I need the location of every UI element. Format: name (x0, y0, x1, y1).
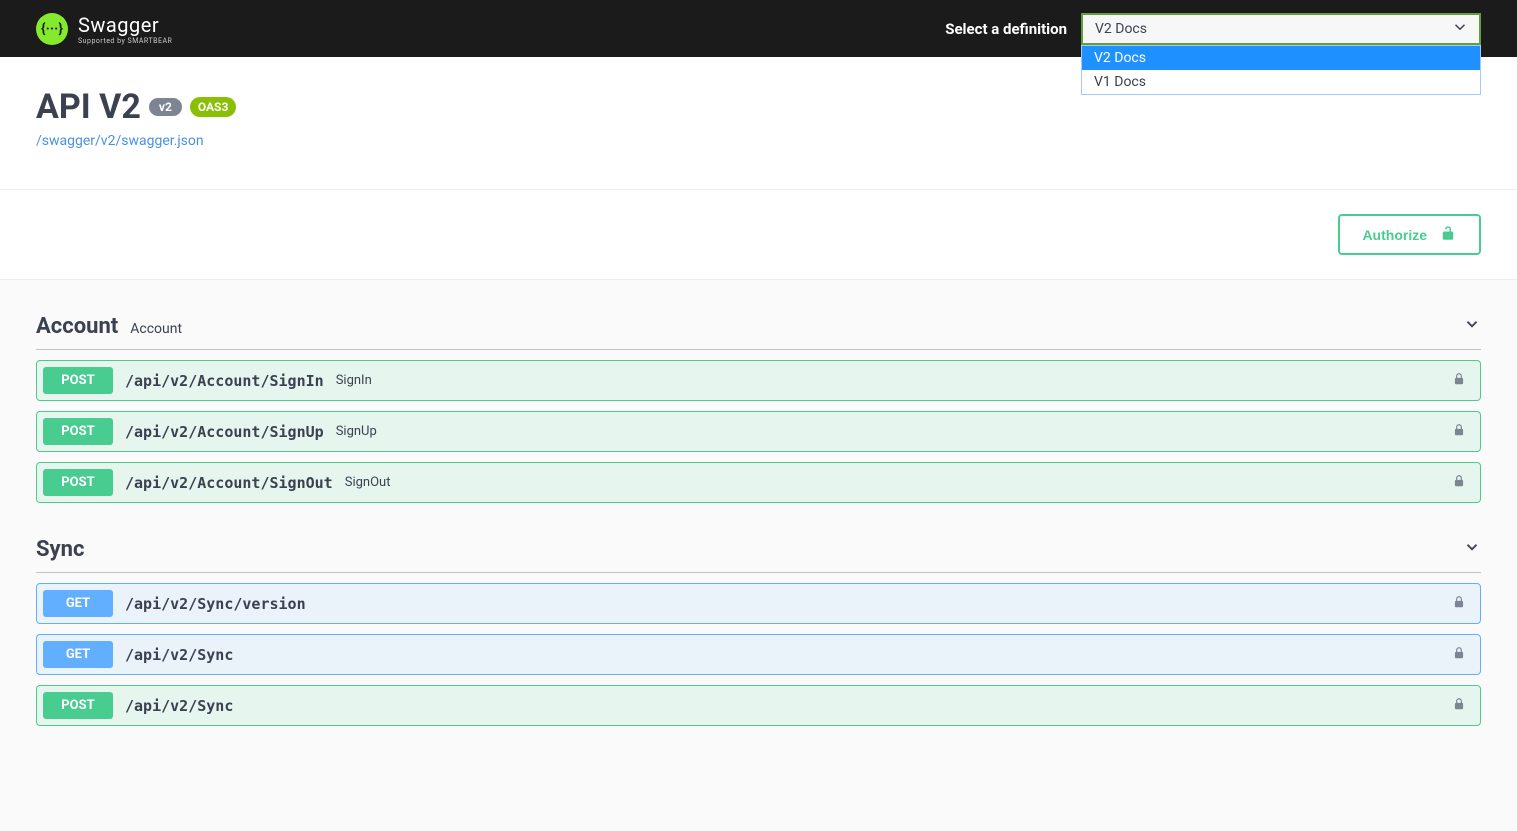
tag-header-account[interactable]: Account Account (36, 304, 1481, 350)
op-summary: SignUp (336, 424, 377, 439)
brand-name: Swagger (78, 13, 172, 37)
method-badge: POST (43, 469, 113, 496)
method-badge: GET (43, 590, 113, 617)
op-path: /api/v2/Sync (125, 646, 233, 664)
op-sync-get[interactable]: GET /api/v2/Sync (36, 634, 1481, 675)
op-sync-post[interactable]: POST /api/v2/Sync (36, 685, 1481, 726)
op-path: /api/v2/Sync/version (125, 595, 306, 613)
op-sync-version[interactable]: GET /api/v2/Sync/version (36, 583, 1481, 624)
logo-text: Swagger Supported by SMARTBEAR (78, 13, 172, 45)
op-account-signin[interactable]: POST /api/v2/Account/SignIn SignIn (36, 360, 1481, 401)
op-path: /api/v2/Account/SignIn (125, 372, 324, 390)
method-badge: POST (43, 367, 113, 394)
lock-icon (1452, 473, 1466, 492)
definition-select-wrap: V2 Docs V2 Docs V1 Docs (1081, 13, 1481, 45)
authorize-label: Authorize (1362, 227, 1427, 243)
op-path: /api/v2/Account/SignUp (125, 423, 324, 441)
oas-badge: OAS3 (190, 97, 237, 117)
chevron-down-icon (1451, 18, 1469, 40)
operations-wrapper: Account Account POST /api/v2/Account/Sig… (0, 304, 1517, 766)
tag-name: Sync (36, 537, 84, 562)
method-badge: POST (43, 692, 113, 719)
lock-icon (1452, 594, 1466, 613)
logo: {···} Swagger Supported by SMARTBEAR (36, 13, 172, 45)
authorize-button[interactable]: Authorize (1338, 214, 1481, 255)
chevron-down-icon (1463, 538, 1481, 560)
tag-name: Account (36, 314, 118, 339)
op-summary: SignOut (345, 475, 391, 490)
api-title: API V2 (36, 87, 141, 127)
lock-icon (1452, 422, 1466, 441)
lock-icon (1452, 696, 1466, 715)
tag-description: Account (130, 321, 182, 337)
swagger-logo-icon: {···} (36, 13, 68, 45)
definition-selected-value: V2 Docs (1095, 21, 1147, 37)
tag-section-account: Account Account POST /api/v2/Account/Sig… (36, 304, 1481, 503)
method-badge: POST (43, 418, 113, 445)
topbar: {···} Swagger Supported by SMARTBEAR Sel… (0, 0, 1517, 57)
definition-option-v2[interactable]: V2 Docs (1082, 46, 1480, 70)
definition-label: Select a definition (945, 20, 1067, 38)
lock-icon (1452, 645, 1466, 664)
method-badge: GET (43, 641, 113, 668)
op-account-signout[interactable]: POST /api/v2/Account/SignOut SignOut (36, 462, 1481, 503)
unlock-icon (1439, 224, 1457, 245)
op-path: /api/v2/Sync (125, 697, 233, 715)
op-path: /api/v2/Account/SignOut (125, 474, 333, 492)
definition-option-v1[interactable]: V1 Docs (1082, 70, 1480, 94)
brand-tagline: Supported by SMARTBEAR (78, 37, 172, 45)
definition-select[interactable]: V2 Docs (1081, 13, 1481, 45)
api-version-badge: v2 (149, 98, 182, 116)
op-summary: SignIn (336, 373, 372, 388)
definition-dropdown: V2 Docs V1 Docs (1081, 45, 1481, 95)
spec-url-link[interactable]: /swagger/v2/swagger.json (36, 133, 204, 149)
definition-selector: Select a definition V2 Docs V2 Docs V1 D… (945, 13, 1481, 45)
lock-icon (1452, 371, 1466, 390)
tag-header-sync[interactable]: Sync (36, 527, 1481, 573)
chevron-down-icon (1463, 315, 1481, 337)
op-account-signup[interactable]: POST /api/v2/Account/SignUp SignUp (36, 411, 1481, 452)
scheme-container: Authorize (0, 190, 1517, 280)
tag-section-sync: Sync GET /api/v2/Sync/version GET /api/v… (36, 527, 1481, 726)
